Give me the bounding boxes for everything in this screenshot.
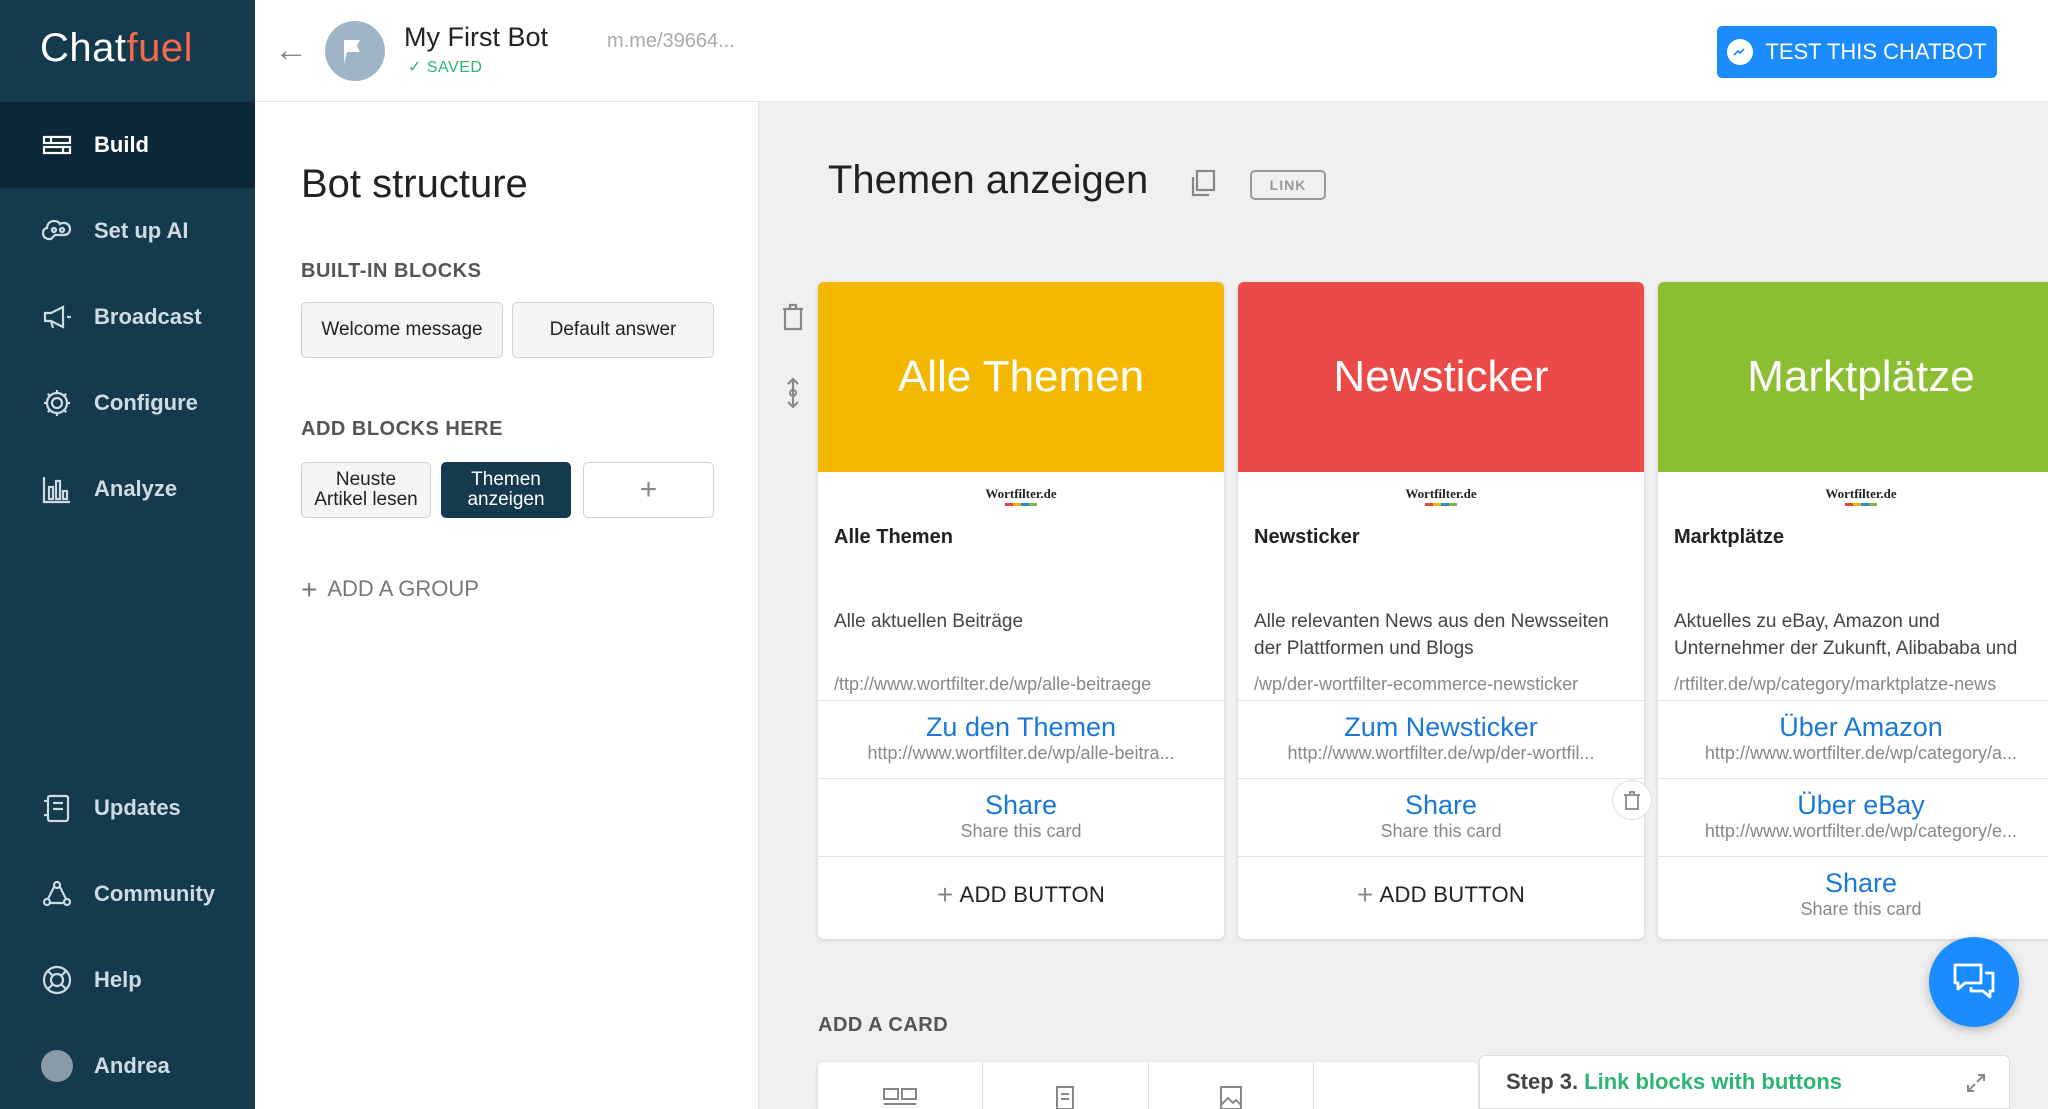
wortfilter-logo: Wortfilter.de: [1658, 486, 2048, 512]
sidebar-item-label: Broadcast: [94, 304, 202, 329]
card-share-button[interactable]: Share Share this card: [1658, 856, 2048, 934]
card-button[interactable]: Über Amazon http://www.wortfilter.de/wp/c…: [1658, 700, 2048, 778]
block-neuste-artikel[interactable]: Neuste Artikel lesen: [301, 462, 431, 518]
link-tag[interactable]: LINK: [1250, 170, 1326, 200]
brain-icon: [40, 214, 74, 248]
sidebar-item-updates[interactable]: Updates: [0, 765, 255, 851]
back-arrow-icon[interactable]: ←: [271, 30, 311, 70]
gallery-card: Marktplätze Wortfilter.de Marktplätze Ak…: [1658, 282, 2048, 939]
updates-icon: [40, 791, 74, 825]
sidebar-item-label: Build: [94, 132, 149, 157]
sidebar-item-broadcast[interactable]: Broadcast: [0, 274, 255, 360]
sidebar-item-label: Set up AI: [94, 218, 189, 243]
card-button[interactable]: Über eBay http://www.wortfilter.de/wp/cat…: [1658, 778, 2048, 856]
add-blocks-label: ADD BLOCKS HERE: [301, 418, 503, 440]
card-button[interactable]: Zu den Themen http://www.wortfilter.de/wp…: [818, 700, 1224, 778]
sidebar-item-configure[interactable]: Configure: [0, 360, 255, 446]
sidebar-item-label: Andrea: [94, 1053, 170, 1078]
sidebar-item-label: Help: [94, 967, 142, 992]
sidebar-item-setup-ai[interactable]: Set up AI: [0, 188, 255, 274]
delete-card-button[interactable]: [1612, 780, 1652, 820]
avatar: [40, 1049, 74, 1083]
builtin-blocks-label: BUILT-IN BLOCKS: [301, 260, 482, 282]
card-type-bar: [818, 1062, 1478, 1109]
card-share-button[interactable]: Share Share this card: [818, 778, 1224, 856]
card-subtitle[interactable]: Alle aktuellen Beiträge: [818, 608, 1224, 668]
onboarding-step[interactable]: Step 3. Link blocks with buttons: [1479, 1055, 2010, 1109]
copy-icon[interactable]: [1188, 168, 1218, 198]
sidebar: Chatfuel Build Set up AI Broadcast Confi…: [0, 0, 255, 1109]
card-subtitle[interactable]: Aktuelles zu eBay, Amazon und Unternehme…: [1658, 608, 2048, 668]
build-icon: [40, 128, 74, 162]
text-card-type[interactable]: [983, 1062, 1149, 1109]
plus-icon: +: [301, 574, 318, 605]
sidebar-item-label: Updates: [94, 795, 181, 820]
sidebar-item-label: Configure: [94, 390, 198, 415]
bot-avatar[interactable]: [325, 21, 385, 81]
text-icon: [1056, 1086, 1075, 1109]
card-image[interactable]: Marktplätze: [1658, 282, 2048, 472]
add-card-label: ADD A CARD: [818, 1014, 949, 1036]
drag-handle-icon[interactable]: [780, 376, 806, 410]
card-button[interactable]: Zum Newsticker http://www.wortfilter.de/w…: [1238, 700, 1644, 778]
card-image[interactable]: Alle Themen: [818, 282, 1224, 472]
chat-bubbles-icon: [1953, 963, 1995, 999]
sidebar-item-help[interactable]: Help: [0, 937, 255, 1023]
gallery-card: Alle Themen Wortfilter.de Alle Themen Al…: [818, 282, 1224, 939]
wortfilter-logo: Wortfilter.de: [818, 486, 1224, 512]
lifebuoy-icon: [40, 963, 74, 997]
wortfilter-logo: Wortfilter.de: [1238, 486, 1644, 512]
image-card-type[interactable]: [1149, 1062, 1314, 1109]
bot-name[interactable]: My First Bot: [404, 22, 548, 53]
megaphone-icon: [40, 300, 74, 334]
trash-icon: [1624, 791, 1640, 810]
card-share-button[interactable]: Share Share this card: [1238, 778, 1644, 856]
bar-chart-icon: [40, 472, 74, 506]
sidebar-item-profile[interactable]: Andrea: [0, 1023, 255, 1109]
card-subtitle[interactable]: Alle relevanten News aus den Newsseiten …: [1238, 608, 1644, 668]
gear-icon: [40, 386, 74, 420]
add-button[interactable]: + ADD BUTTON: [1238, 856, 1644, 932]
support-chat-button[interactable]: [1929, 937, 2019, 1027]
expand-icon[interactable]: [1965, 1072, 1987, 1094]
card-image[interactable]: Newsticker: [1238, 282, 1644, 472]
card-title[interactable]: Alle Themen: [818, 512, 1224, 608]
add-block-button[interactable]: +: [583, 462, 714, 518]
card-url[interactable]: rtfilter.de/wp/category/marktplatze-news…: [1658, 668, 2048, 700]
block-themen-anzeigen[interactable]: Themen anzeigen: [441, 462, 571, 518]
gallery-card: Newsticker Wortfilter.de Newsticker Alle…: [1238, 282, 1644, 939]
card-title[interactable]: Marktplätze: [1658, 512, 2048, 608]
community-icon: [40, 877, 74, 911]
block-title[interactable]: Themen anzeigen: [828, 158, 1148, 203]
sidebar-item-label: Analyze: [94, 476, 178, 501]
block-welcome-message[interactable]: Welcome message: [301, 302, 503, 358]
bot-link[interactable]: m.me/39664...: [607, 30, 735, 53]
saved-status: ✓ SAVED: [408, 59, 483, 76]
test-chatbot-button[interactable]: TEST THIS CHATBOT: [1717, 26, 1997, 78]
gallery-icon: [883, 1088, 918, 1105]
card-url[interactable]: wp/der-wortfilter-ecommerce-newsticker/: [1238, 668, 1644, 700]
sidebar-item-label: Community: [94, 881, 215, 906]
check-icon: ✓: [408, 59, 422, 76]
gallery-card-type[interactable]: [818, 1062, 984, 1109]
add-button[interactable]: + ADD BUTTON: [818, 856, 1224, 932]
top-bar: ← My First Bot ✓ SAVED m.me/39664... TES…: [255, 0, 2048, 102]
image-icon: [1219, 1086, 1242, 1109]
block-default-answer[interactable]: Default answer: [512, 302, 714, 358]
chatfuel-logo[interactable]: Chatfuel: [40, 26, 193, 71]
sidebar-item-community[interactable]: Community: [0, 851, 255, 937]
bot-structure-panel: Bot structure BUILT-IN BLOCKS Welcome me…: [255, 102, 759, 1109]
more-card-types[interactable]: [1314, 1062, 1478, 1109]
sidebar-item-analyze[interactable]: Analyze: [0, 446, 255, 532]
card-title[interactable]: Newsticker: [1238, 512, 1644, 608]
add-group-button[interactable]: + ADD A GROUP: [301, 574, 479, 606]
sidebar-item-build[interactable]: Build: [0, 102, 255, 188]
structure-title: Bot structure: [301, 162, 528, 206]
trash-icon[interactable]: [780, 300, 806, 334]
card-url[interactable]: ttp://www.wortfilter.de/wp/alle-beitraeg…: [818, 668, 1224, 700]
messenger-icon: [1727, 39, 1754, 65]
